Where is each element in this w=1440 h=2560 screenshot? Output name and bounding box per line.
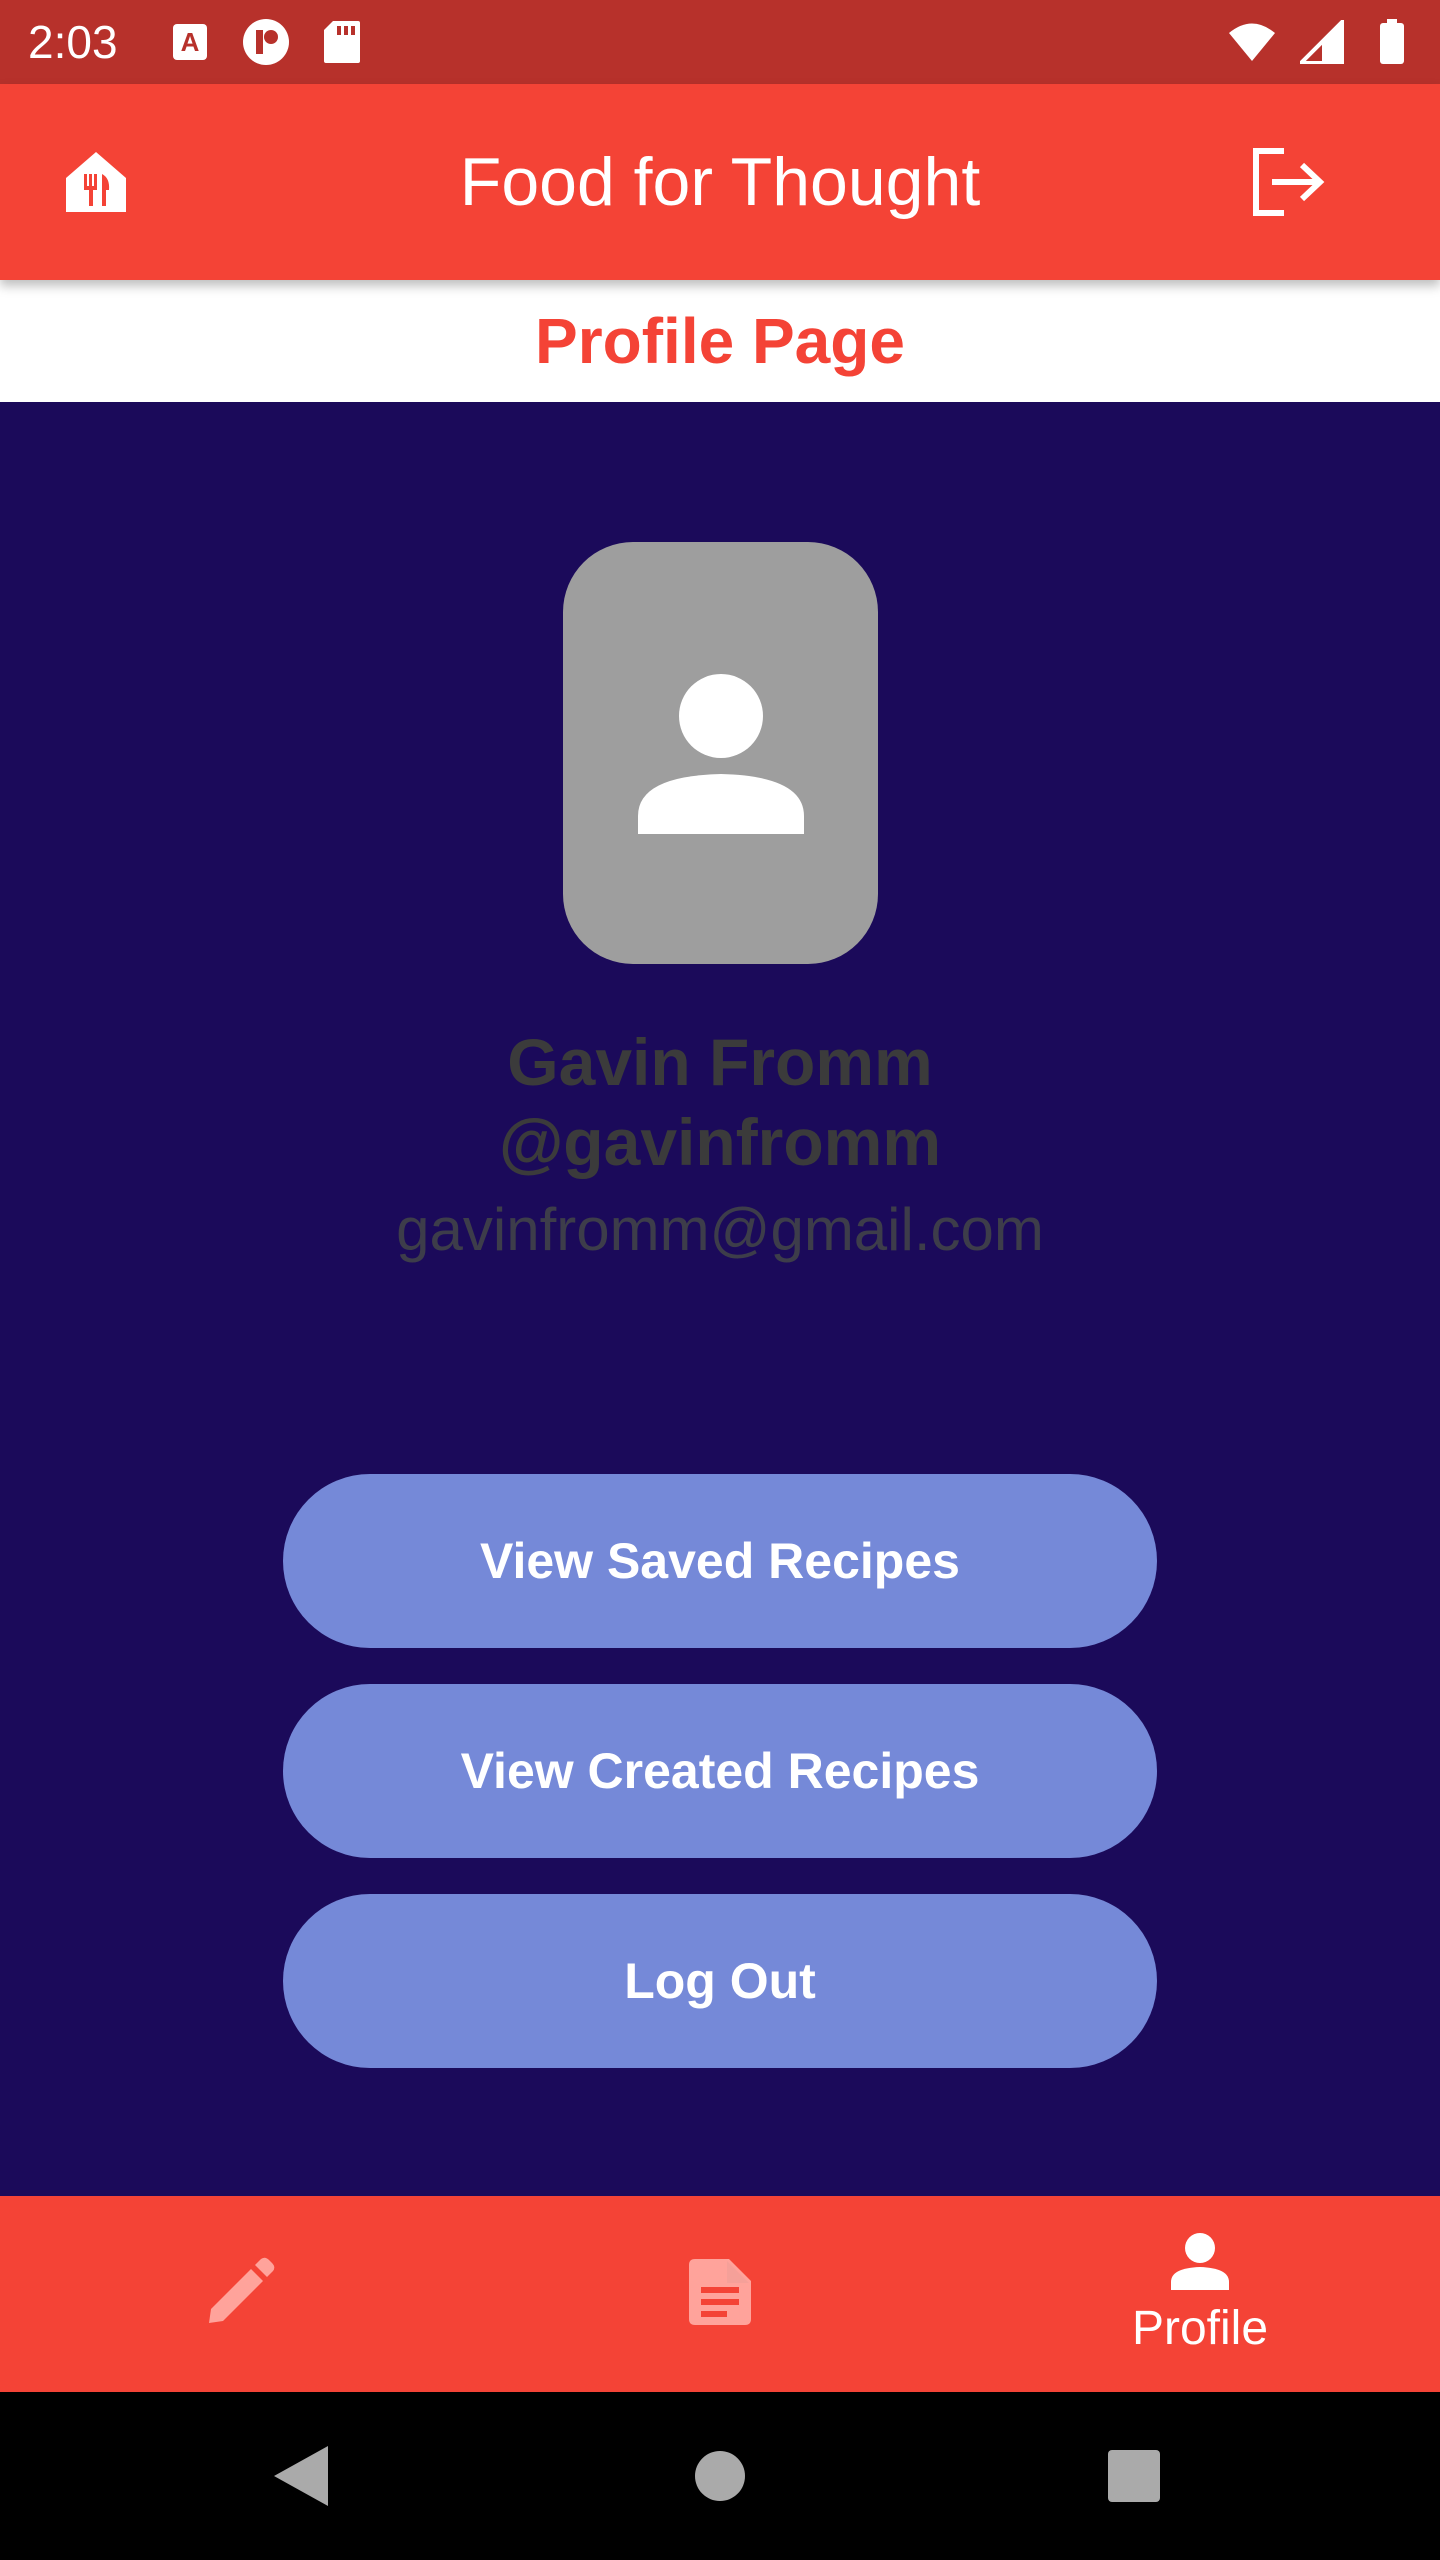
home-icon[interactable]	[680, 2436, 760, 2516]
user-handle: @gavinfromm	[498, 1105, 942, 1179]
view-created-recipes-button[interactable]: View Created Recipes	[283, 1684, 1157, 1858]
nav-label-profile: Profile	[1131, 2301, 1269, 2355]
svg-text:A: A	[181, 27, 200, 57]
user-name: Gavin Fromm	[507, 1025, 933, 1099]
avatar	[563, 542, 878, 964]
battery-icon	[1368, 18, 1416, 66]
back-icon[interactable]	[260, 2436, 340, 2516]
person-icon	[1170, 2232, 1230, 2297]
profile-content: Gavin Fromm @gavinfromm gavinfromm@gmail…	[0, 402, 1440, 2196]
log-out-button[interactable]: Log Out	[283, 1894, 1157, 2068]
bottom-nav: Profile	[0, 2196, 1440, 2392]
recents-icon[interactable]	[1094, 2436, 1174, 2516]
nav-item-profile[interactable]: Profile	[960, 2196, 1440, 2392]
status-right-icons	[1228, 18, 1416, 66]
page-title: Profile Page	[535, 305, 905, 377]
sd-card-icon	[318, 18, 366, 66]
nav-item-recipes[interactable]	[480, 2196, 960, 2392]
status-bar: 2:03 A	[0, 0, 1440, 84]
nav-item-create[interactable]	[0, 2196, 480, 2392]
status-time: 2:03	[28, 16, 118, 68]
a-box-icon: A	[166, 18, 214, 66]
p-circle-icon	[242, 18, 290, 66]
user-email: gavinfromm@gmail.com	[396, 1196, 1044, 1263]
wifi-icon	[1228, 18, 1276, 66]
status-left-icons: A	[166, 18, 366, 66]
document-icon	[687, 2257, 753, 2332]
pencil-icon	[205, 2257, 275, 2332]
logout-icon[interactable]	[1240, 134, 1336, 230]
view-saved-recipes-button[interactable]: View Saved Recipes	[283, 1474, 1157, 1648]
app-bar: Food for Thought	[0, 84, 1440, 280]
app-title: Food for Thought	[459, 144, 981, 220]
system-nav-bar	[0, 2392, 1440, 2560]
page-header: Profile Page	[0, 280, 1440, 402]
person-icon	[636, 666, 806, 841]
signal-icon	[1298, 18, 1346, 66]
